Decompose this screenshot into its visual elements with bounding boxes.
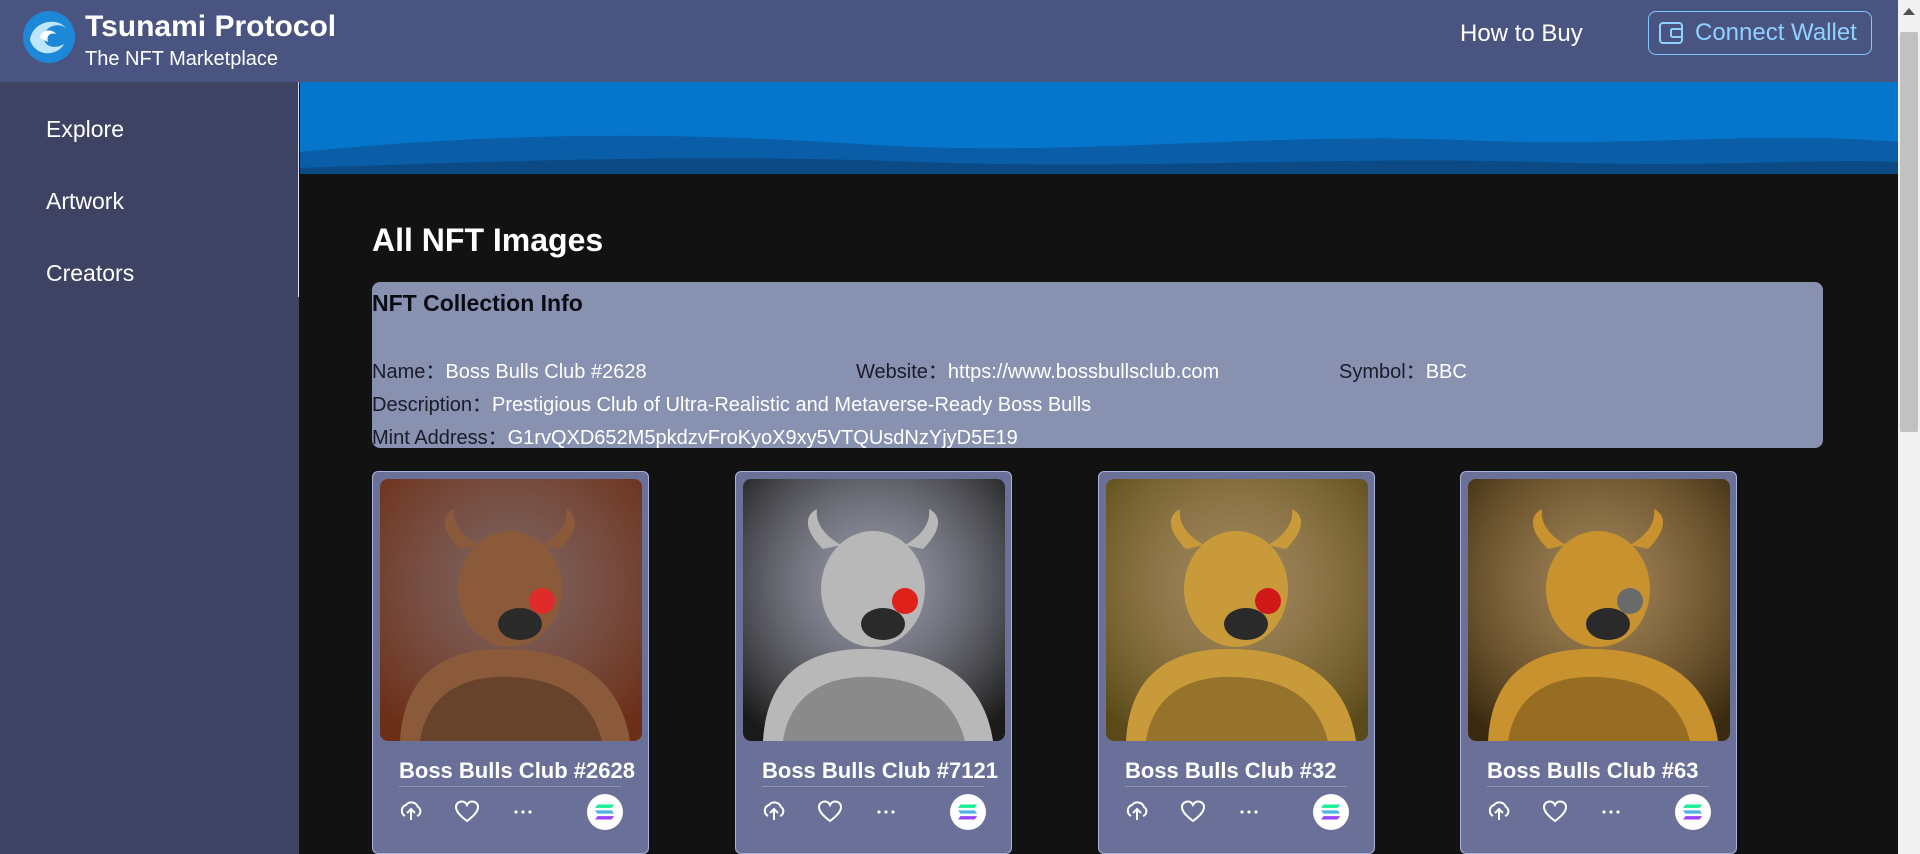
- upload-icon[interactable]: [760, 798, 788, 826]
- solana-icon: [1675, 794, 1711, 830]
- symbol-label: Symbol：: [1339, 361, 1426, 383]
- collection-info-heading: NFT Collection Info: [372, 290, 583, 316]
- card-divider: [399, 786, 621, 787]
- website-row: Website：https://www.bossbullsclub.com: [856, 355, 1219, 384]
- description-row: Description：Prestigious Club of Ultra-Re…: [372, 388, 1091, 417]
- symbol-value: BBC: [1425, 361, 1467, 383]
- description-value: Prestigious Club of Ultra-Realistic and …: [492, 394, 1092, 416]
- connect-wallet-button[interactable]: Connect Wallet: [1648, 11, 1872, 55]
- card-divider: [762, 786, 984, 787]
- scrollbar-thumb[interactable]: [1900, 32, 1918, 432]
- collection-name-row: Name：Boss Bulls Club #2628: [372, 355, 647, 384]
- card-divider: [1125, 786, 1347, 787]
- heart-icon[interactable]: [1541, 798, 1569, 826]
- nft-card[interactable]: Boss Bulls Club #7121: [735, 471, 1012, 854]
- ellipsis-icon[interactable]: [1235, 798, 1263, 826]
- solana-icon: [587, 794, 623, 830]
- page-title: All NFT Images: [372, 222, 604, 258]
- wave-banner: [300, 82, 1898, 174]
- ellipsis-icon[interactable]: [1597, 798, 1625, 826]
- nft-name[interactable]: Boss Bulls Club #32: [1125, 758, 1337, 784]
- brand-title[interactable]: Tsunami Protocol: [85, 10, 336, 44]
- solana-icon: [950, 794, 986, 830]
- card-actions: [1485, 794, 1725, 838]
- nft-image[interactable]: [1106, 479, 1368, 741]
- top-header: Tsunami Protocol The NFT Marketplace How…: [0, 0, 1898, 83]
- brand-subtitle: The NFT Marketplace: [85, 48, 279, 70]
- sidebar-item-explore[interactable]: Explore: [46, 116, 124, 143]
- sidebar: Explore Artwork Creators: [0, 82, 299, 854]
- ellipsis-icon[interactable]: [509, 798, 537, 826]
- sidebar-item-artwork[interactable]: Artwork: [46, 188, 124, 215]
- website-label: Website：: [856, 361, 948, 383]
- nft-name[interactable]: Boss Bulls Club #63: [1487, 758, 1699, 784]
- solana-icon: [1313, 794, 1349, 830]
- ellipsis-icon[interactable]: [872, 798, 900, 826]
- description-label: Description：: [372, 394, 493, 416]
- card-actions: [760, 794, 1000, 838]
- mint-address-value[interactable]: G1rvQXD652M5pkdzvFroKyoX9xy5VTQUsdNzYjyD…: [508, 427, 1018, 449]
- how-to-buy-link[interactable]: How to Buy: [1460, 20, 1583, 48]
- collection-name-value: Boss Bulls Club #2628: [445, 361, 647, 383]
- upload-icon[interactable]: [397, 798, 425, 826]
- connect-wallet-label: Connect Wallet: [1695, 19, 1857, 46]
- nft-card[interactable]: Boss Bulls Club #2628: [372, 471, 649, 854]
- sidebar-item-creators[interactable]: Creators: [46, 260, 134, 287]
- card-actions: [397, 794, 637, 838]
- upload-icon[interactable]: [1123, 798, 1151, 826]
- name-label: Name：: [372, 361, 446, 383]
- upload-icon[interactable]: [1485, 798, 1513, 826]
- nft-image[interactable]: [743, 479, 1005, 741]
- nft-image[interactable]: [1468, 479, 1730, 741]
- sidebar-divider: [298, 82, 299, 297]
- nft-image[interactable]: [380, 479, 642, 741]
- nft-name[interactable]: Boss Bulls Club #7121: [762, 758, 998, 784]
- card-divider: [1487, 786, 1709, 787]
- collection-info-panel: NFT Collection Info Name：Boss Bulls Club…: [372, 282, 1823, 450]
- heart-icon[interactable]: [816, 798, 844, 826]
- nft-card[interactable]: Boss Bulls Club #32: [1098, 471, 1375, 854]
- nft-name[interactable]: Boss Bulls Club #2628: [399, 758, 635, 784]
- heart-icon[interactable]: [453, 798, 481, 826]
- heart-icon[interactable]: [1179, 798, 1207, 826]
- symbol-row: Symbol：BBC: [1339, 355, 1467, 384]
- website-link[interactable]: https://www.bossbullsclub.com: [948, 361, 1219, 383]
- card-actions: [1123, 794, 1363, 838]
- wallet-icon: [1659, 22, 1683, 44]
- mint-address-row: Mint Address：G1rvQXD652M5pkdzvFroKyoX9xy…: [372, 421, 1018, 450]
- wave-logo-icon[interactable]: [22, 10, 76, 64]
- mint-address-label: Mint Address：: [372, 427, 508, 449]
- nft-card[interactable]: Boss Bulls Club #63: [1460, 471, 1737, 854]
- scroll-up-arrow[interactable]: [1903, 8, 1915, 15]
